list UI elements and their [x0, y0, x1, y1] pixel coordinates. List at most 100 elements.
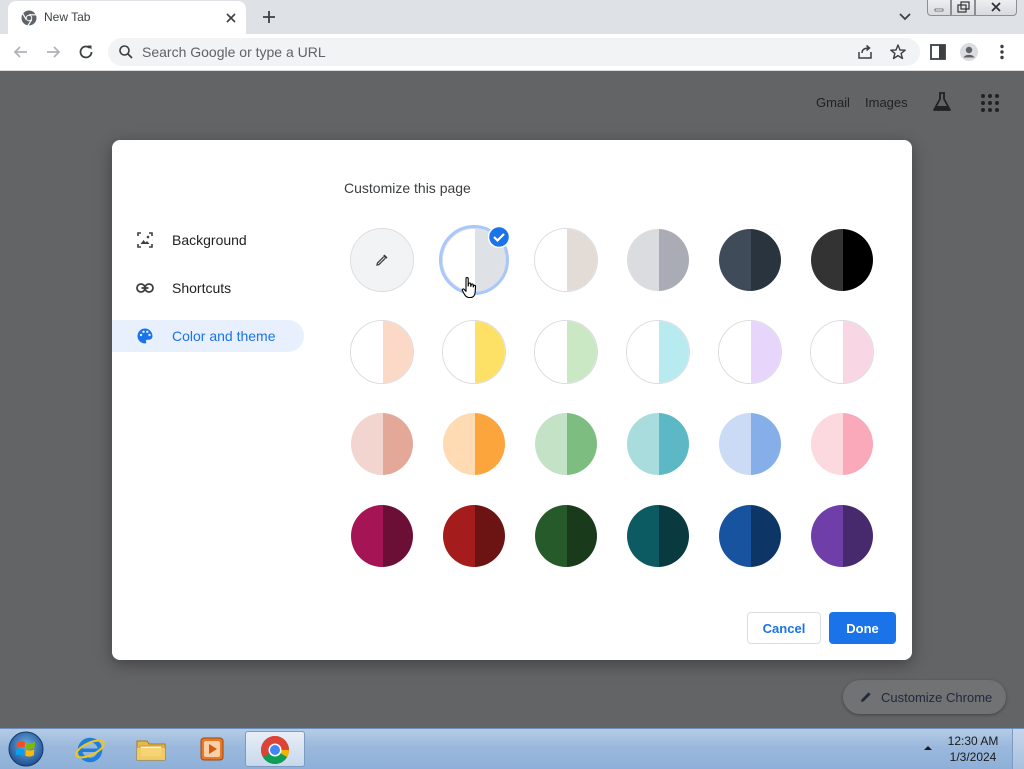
color-swatch-midnight-blue[interactable] [718, 228, 782, 292]
color-swatch-beige-white[interactable] [350, 320, 414, 384]
window-controls [927, 0, 1017, 18]
taskbar-app-internet-explorer[interactable] [62, 731, 118, 767]
nav-item-color-and-theme[interactable]: Color and theme [112, 320, 304, 352]
color-swatch-cool-grey[interactable] [626, 228, 690, 292]
reload-icon[interactable] [76, 42, 96, 62]
forward-arrow-icon[interactable] [43, 42, 63, 62]
restore-button[interactable] [951, 0, 975, 16]
close-window-icon [991, 2, 1001, 12]
hand-cursor-icon [461, 276, 477, 299]
chevron-down-icon[interactable] [895, 8, 915, 26]
color-swatch-black[interactable] [810, 228, 874, 292]
swatch-left-half [627, 413, 659, 475]
back-arrow-icon[interactable] [11, 42, 31, 62]
color-swatch-light-pink[interactable] [810, 412, 874, 476]
new-tab-button[interactable] [259, 7, 279, 27]
swatch-right-half [659, 505, 689, 567]
windows-taskbar: 12:30 AM 1/3/2024 [0, 728, 1024, 769]
swatch-left-half [811, 413, 843, 475]
swatch-right-half [751, 229, 781, 291]
color-swatch-orange[interactable] [442, 412, 506, 476]
tab-new-tab[interactable]: New Tab [8, 1, 246, 34]
omnibox[interactable] [108, 38, 920, 66]
swatch-right-half [475, 321, 505, 383]
checkmark-icon [488, 226, 510, 248]
swatch-left-half [535, 229, 567, 291]
labs-flask-icon[interactable] [931, 91, 953, 113]
swatch-left-half [443, 413, 475, 475]
kebab-menu-icon[interactable] [992, 42, 1012, 62]
customize-dialog: Background Shortcuts Color and theme Cus… [112, 140, 912, 660]
profile-avatar-icon[interactable] [959, 42, 979, 62]
color-swatch-dark-green[interactable] [534, 504, 598, 568]
tray-expand-icon[interactable] [922, 743, 934, 753]
swatch-left-half [535, 321, 567, 383]
swatch-right-half [751, 413, 781, 475]
color-swatch-warm-grey[interactable] [534, 228, 598, 292]
color-swatch-light-blue[interactable] [718, 412, 782, 476]
gmail-link[interactable]: Gmail [816, 95, 850, 110]
color-swatch-yellow-white[interactable] [442, 320, 506, 384]
color-swatch-dark-teal[interactable] [626, 504, 690, 568]
nav-label-background: Background [172, 232, 247, 248]
swatch-left-half [811, 229, 843, 291]
color-swatch-purple[interactable] [810, 504, 874, 568]
close-tab-icon[interactable] [222, 9, 240, 27]
clock-date: 1/3/2024 [949, 750, 997, 764]
swatch-right-half [383, 321, 413, 383]
swatch-left-half [535, 413, 567, 475]
swatch-left-half [719, 229, 751, 291]
color-swatch-light-green[interactable] [534, 412, 598, 476]
folder-icon [136, 740, 166, 761]
taskbar-app-windows-explorer[interactable] [123, 731, 179, 767]
start-orb-icon[interactable] [6, 730, 46, 768]
color-swatch-light-teal-2[interactable] [626, 412, 690, 476]
swatch-left-half [351, 413, 383, 475]
customize-chrome-button[interactable]: Customize Chrome [843, 680, 1006, 714]
pencil-icon [861, 692, 871, 702]
color-swatch-green-white[interactable] [534, 320, 598, 384]
color-swatch-light-teal[interactable] [626, 320, 690, 384]
color-swatch-dark-blue[interactable] [718, 504, 782, 568]
swatch-left-half [351, 505, 383, 567]
color-swatch-dark-pink[interactable] [350, 504, 414, 568]
swatch-left-half [443, 321, 475, 383]
swatch-right-half [567, 321, 597, 383]
cancel-button[interactable]: Cancel [747, 612, 821, 644]
done-button[interactable]: Done [829, 612, 896, 644]
swatch-left-half [443, 505, 475, 567]
taskbar-app-chrome[interactable] [245, 731, 305, 767]
apps-grid-icon[interactable] [980, 93, 1000, 113]
color-swatch-dark-red[interactable] [442, 504, 506, 568]
minimize-button[interactable] [927, 0, 951, 16]
close-window-button[interactable] [975, 0, 1017, 16]
swatch-right-half [567, 505, 597, 567]
color-swatch-pink-white[interactable] [810, 320, 874, 384]
swatch-right-half [567, 413, 597, 475]
dialog-title: Customize this page [344, 180, 471, 196]
taskbar-app-media-player[interactable] [184, 731, 240, 767]
nav-item-shortcuts[interactable]: Shortcuts [112, 272, 304, 304]
color-swatch-beige[interactable] [350, 412, 414, 476]
chrome-favicon-icon [21, 10, 37, 26]
swatch-left-half [627, 321, 659, 383]
swatch-right-half [843, 413, 873, 475]
customize-chrome-label: Customize Chrome [881, 690, 993, 705]
swatch-right-half [843, 229, 873, 291]
image-icon [137, 232, 153, 248]
images-link[interactable]: Images [865, 95, 908, 110]
swatch-right-half [659, 413, 689, 475]
side-panel-icon[interactable] [928, 42, 948, 62]
color-swatch-light-purple[interactable] [718, 320, 782, 384]
palette-icon [137, 328, 153, 344]
address-bar-input[interactable] [142, 43, 742, 61]
taskbar-clock[interactable]: 12:30 AM 1/3/2024 [938, 733, 1008, 765]
bookmark-star-icon[interactable] [889, 43, 907, 61]
chrome-icon [261, 736, 289, 764]
show-desktop-button[interactable] [1012, 729, 1024, 769]
nav-item-background[interactable]: Background [112, 224, 304, 256]
swatch-left-half [719, 505, 751, 567]
media-player-icon [200, 737, 224, 761]
swatch-left-half [811, 505, 843, 567]
share-icon[interactable] [856, 43, 874, 61]
